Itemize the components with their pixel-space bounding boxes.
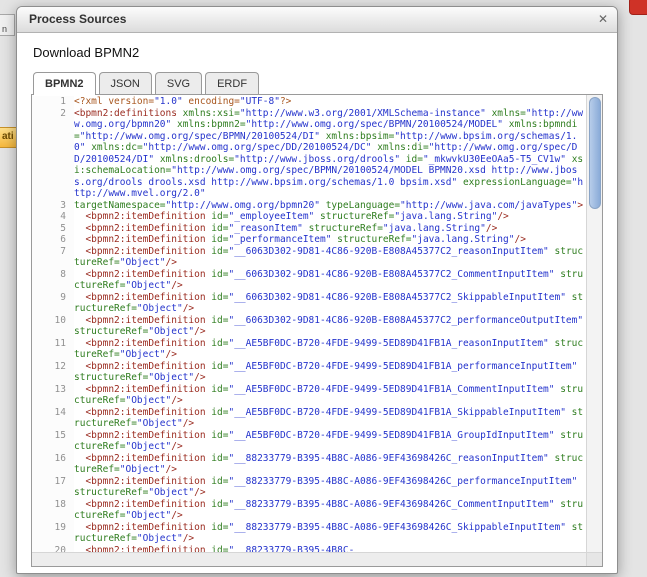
line-number: 1 xyxy=(32,96,74,108)
line-number: 3 xyxy=(32,200,74,212)
line-number: 11 xyxy=(32,338,74,361)
download-heading: Download BPMN2 xyxy=(33,45,603,60)
code-line: 2<bpmn2:definitions xmlns:xsi="http://ww… xyxy=(32,108,587,200)
vertical-scrollbar-thumb[interactable] xyxy=(589,97,601,209)
browser-corner-badge-icon[interactable] xyxy=(629,0,647,15)
dialog-title: Process Sources xyxy=(17,7,617,32)
code-line: 16 <bpmn2:itemDefinition id="__88233779-… xyxy=(32,453,587,476)
line-number: 9 xyxy=(32,292,74,315)
code-line: 3targetNamespace="http://www.omg.org/bpm… xyxy=(32,200,587,212)
code-line: 9 <bpmn2:itemDefinition id="__6063D302-9… xyxy=(32,292,587,315)
tab-json[interactable]: JSON xyxy=(99,72,152,94)
tab-erdf[interactable]: ERDF xyxy=(205,72,259,94)
code-line: 1<?xml version="1.0" encoding="UTF-8"?> xyxy=(32,96,587,108)
code-line: 17 <bpmn2:itemDefinition id="__88233779-… xyxy=(32,476,587,499)
line-number: 2 xyxy=(32,108,74,200)
screen: n ati Process Sources ✕ Download BPMN2 B… xyxy=(0,0,647,577)
code-line: 15 <bpmn2:itemDefinition id="__AE5BF0DC-… xyxy=(32,430,587,453)
code-line: 7 <bpmn2:itemDefinition id="__6063D302-9… xyxy=(32,246,587,269)
line-number: 8 xyxy=(32,269,74,292)
line-number: 6 xyxy=(32,234,74,246)
process-sources-dialog: Process Sources ✕ Download BPMN2 BPMN2 J… xyxy=(16,6,618,574)
code-line: 18 <bpmn2:itemDefinition id="__88233779-… xyxy=(32,499,587,522)
source-tabs: BPMN2 JSON SVG ERDF xyxy=(31,72,603,94)
tab-svg[interactable]: SVG xyxy=(155,72,202,94)
line-number: 12 xyxy=(32,361,74,384)
dialog-body: Download BPMN2 BPMN2 JSON SVG ERDF 1<?xm… xyxy=(17,33,617,573)
line-number: 19 xyxy=(32,522,74,545)
line-number: 13 xyxy=(32,384,74,407)
background-tab-fragment: n xyxy=(0,14,15,36)
code-line: 8 <bpmn2:itemDefinition id="__6063D302-9… xyxy=(32,269,587,292)
tab-bpmn2[interactable]: BPMN2 xyxy=(33,72,96,94)
code-line: 4 <bpmn2:itemDefinition id="_employeeIte… xyxy=(32,211,587,223)
close-icon[interactable]: ✕ xyxy=(598,7,608,32)
source-editor-panel: 1<?xml version="1.0" encoding="UTF-8"?>2… xyxy=(31,94,603,567)
vertical-scrollbar[interactable] xyxy=(586,95,602,553)
line-number: 17 xyxy=(32,476,74,499)
line-number: 10 xyxy=(32,315,74,338)
code-line: 5 <bpmn2:itemDefinition id="_reasonItem"… xyxy=(32,223,587,235)
horizontal-scrollbar[interactable] xyxy=(32,552,587,566)
scrollbar-corner xyxy=(586,552,602,566)
code-line: 10 <bpmn2:itemDefinition id="__6063D302-… xyxy=(32,315,587,338)
code-lines[interactable]: 1<?xml version="1.0" encoding="UTF-8"?>2… xyxy=(32,95,587,553)
code-line: 11 <bpmn2:itemDefinition id="__AE5BF0DC-… xyxy=(32,338,587,361)
code-line: 12 <bpmn2:itemDefinition id="__AE5BF0DC-… xyxy=(32,361,587,384)
code-line: 13 <bpmn2:itemDefinition id="__AE5BF0DC-… xyxy=(32,384,587,407)
line-number: 5 xyxy=(32,223,74,235)
code-line: 6 <bpmn2:itemDefinition id="_performance… xyxy=(32,234,587,246)
line-number: 16 xyxy=(32,453,74,476)
code-line: 14 <bpmn2:itemDefinition id="__AE5BF0DC-… xyxy=(32,407,587,430)
dialog-titlebar[interactable]: Process Sources ✕ xyxy=(17,7,617,33)
line-number: 7 xyxy=(32,246,74,269)
line-number: 14 xyxy=(32,407,74,430)
line-number: 18 xyxy=(32,499,74,522)
line-number: 4 xyxy=(32,211,74,223)
code-line: 19 <bpmn2:itemDefinition id="__88233779-… xyxy=(32,522,587,545)
line-number: 15 xyxy=(32,430,74,453)
